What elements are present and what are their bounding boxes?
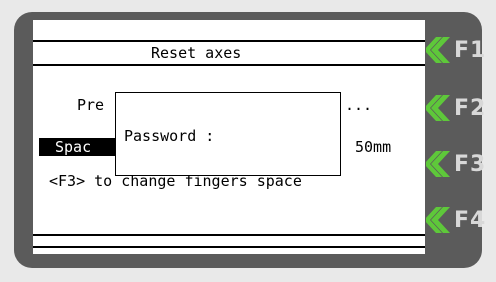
divider [33, 234, 425, 236]
f3-key[interactable]: F3 [426, 144, 492, 184]
f1-label: F1 [454, 37, 487, 63]
prompt-ellipsis: ... [345, 96, 373, 114]
prompt-text: Pre [77, 96, 105, 114]
f4-label: F4 [454, 207, 487, 233]
divider [33, 246, 425, 248]
space-label-highlighted: Spac [39, 138, 121, 156]
chevron-left-icon [426, 95, 450, 121]
lcd-screen: Reset axes Pre ... Spac 50mm <F3> to cha… [33, 20, 425, 254]
divider [33, 40, 425, 42]
screen-title: Reset axes [151, 44, 242, 62]
password-label: Password : [124, 127, 215, 145]
f1-key[interactable]: F1 [426, 30, 492, 70]
chevron-left-icon [426, 207, 450, 233]
chevron-left-icon [426, 37, 450, 63]
password-dialog: Password : [115, 92, 341, 176]
divider [33, 64, 425, 66]
f4-key[interactable]: F4 [426, 200, 492, 240]
space-value: 50mm [355, 138, 392, 156]
f2-key[interactable]: F2 [426, 88, 492, 128]
chevron-left-icon [426, 151, 450, 177]
f3-label: F3 [454, 151, 487, 177]
f2-label: F2 [454, 95, 487, 121]
